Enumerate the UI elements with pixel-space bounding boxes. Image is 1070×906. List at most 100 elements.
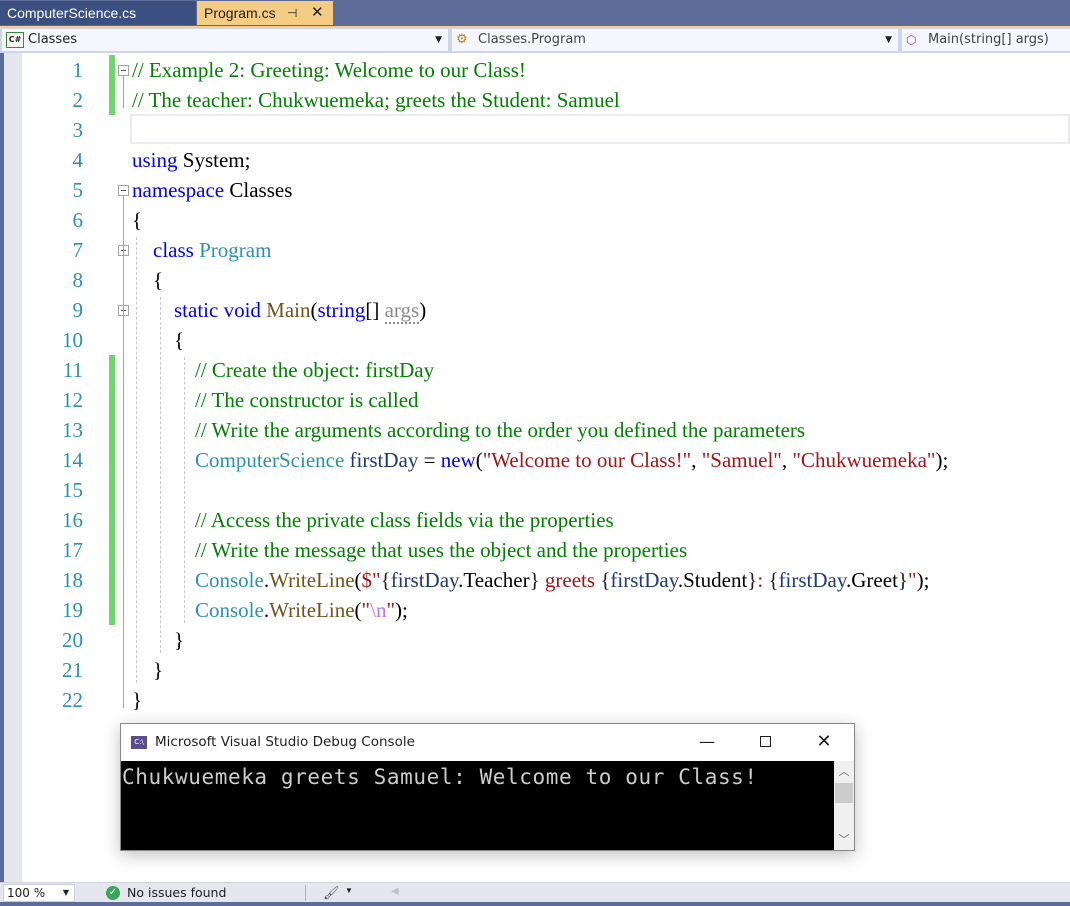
- code-token: firstDay: [349, 448, 419, 472]
- code-line[interactable]: static void Main(string[] args): [132, 295, 426, 325]
- code-token: string: [317, 298, 366, 322]
- tab-program-cs[interactable]: Program.cs ⊣ ✕: [197, 1, 333, 25]
- zoom-level: 100 %: [7, 886, 46, 900]
- project-dropdown[interactable]: C# Classes ▼: [2, 29, 448, 51]
- code-line[interactable]: Console.WriteLine($"{firstDay.Teacher} g…: [132, 565, 929, 595]
- code-line[interactable]: Console.WriteLine("\n");: [132, 595, 408, 625]
- line-number: 16: [62, 508, 83, 532]
- member-dropdown[interactable]: ⬡ Main(string[] args): [902, 29, 1070, 51]
- csharp-project-icon: C#: [6, 32, 24, 48]
- indent-guide: [136, 237, 137, 683]
- code-token: WriteLine: [269, 598, 355, 622]
- code-token: ,: [781, 448, 793, 472]
- indicator-margin: [4, 53, 22, 882]
- change-indicator: [109, 55, 115, 115]
- line-number: 20: [62, 628, 83, 652]
- maximize-button[interactable]: [745, 728, 785, 756]
- code-line[interactable]: {: [132, 205, 142, 235]
- code-line[interactable]: // Create the object: firstDay: [132, 355, 434, 385]
- project-dropdown-label: Classes: [28, 32, 77, 47]
- navigation-bar: C# Classes ▼ ⚙ Classes.Program ▼ ⬡ Main(…: [0, 26, 1070, 53]
- line-number: 1: [72, 58, 84, 82]
- code-token: // Write the arguments according to the …: [132, 418, 806, 442]
- line-number: 5: [72, 178, 84, 202]
- document-tab-bar: ComputerScience.cs Program.cs ⊣ ✕: [0, 0, 1070, 26]
- code-line[interactable]: using System;: [132, 145, 250, 175]
- line-number: 7: [72, 238, 84, 262]
- class-icon: ⚙: [456, 32, 468, 47]
- code-token: []: [365, 298, 385, 322]
- line-number: 10: [62, 328, 83, 352]
- code-line[interactable]: namespace Classes: [132, 175, 292, 205]
- scroll-up-icon[interactable]: ︿: [834, 763, 854, 778]
- change-indicator: [109, 355, 115, 625]
- editor-status-bar: 100 % ▼ ✓ No issues found 🖌 ▼ ◀: [0, 882, 1070, 902]
- code-token: =: [418, 448, 441, 472]
- code-token: );: [395, 598, 408, 622]
- collapse-region-icon[interactable]: [118, 65, 129, 76]
- window-frame-bottom: [0, 902, 1070, 906]
- minimize-button[interactable]: —: [687, 728, 727, 756]
- code-token: WriteLine: [269, 568, 355, 592]
- console-output-area[interactable]: Chukwuemeka greets Samuel: Welcome to ou…: [121, 761, 834, 850]
- code-token: namespace: [132, 178, 225, 202]
- code-token: // Write the message that uses the objec…: [132, 538, 688, 562]
- code-line[interactable]: class Program: [132, 235, 271, 265]
- code-line[interactable]: }: [132, 685, 142, 715]
- code-token: (: [354, 568, 362, 592]
- member-dropdown-label: Main(string[] args): [928, 32, 1049, 47]
- scroll-down-icon[interactable]: ﹀: [834, 831, 854, 846]
- line-number: 15: [62, 478, 83, 502]
- close-button[interactable]: ✕: [804, 728, 844, 756]
- scroll-left-icon[interactable]: ◀: [391, 886, 399, 897]
- code-token: ": [361, 598, 371, 622]
- code-token: Main: [266, 298, 311, 322]
- debug-console-window[interactable]: C:\ Microsoft Visual Studio Debug Consol…: [120, 723, 855, 851]
- collapse-region-icon[interactable]: [118, 185, 129, 196]
- close-icon[interactable]: ✕: [311, 1, 324, 25]
- code-token: class: [132, 238, 194, 262]
- console-title-bar[interactable]: C:\ Microsoft Visual Studio Debug Consol…: [121, 724, 854, 761]
- scrollbar-thumb[interactable]: [835, 783, 853, 803]
- code-token: .Teacher: [458, 568, 530, 592]
- code-token: greets: [539, 568, 601, 592]
- line-number: 22: [62, 688, 83, 712]
- code-token: );: [935, 448, 949, 472]
- code-token: firstDay: [390, 568, 459, 592]
- code-line[interactable]: {: [132, 325, 184, 355]
- type-dropdown[interactable]: ⚙ Classes.Program ▼: [452, 29, 898, 51]
- brush-icon[interactable]: 🖌: [323, 885, 340, 901]
- zoom-dropdown[interactable]: 100 % ▼: [3, 884, 75, 902]
- code-line[interactable]: // Write the arguments according to the …: [132, 415, 805, 445]
- code-token: new: [440, 448, 476, 472]
- tab-label: ComputerScience.cs: [7, 5, 137, 21]
- code-line[interactable]: // The teacher: Chukwuemeka; greets the …: [132, 85, 620, 115]
- code-token: Console: [195, 568, 264, 592]
- line-number: 18: [62, 568, 83, 592]
- issues-status[interactable]: No issues found: [127, 885, 226, 900]
- chevron-down-icon[interactable]: ▼: [345, 886, 353, 895]
- tab-computerscience-cs[interactable]: ComputerScience.cs: [0, 1, 196, 25]
- code-token: .Greet: [846, 568, 898, 592]
- code-line[interactable]: // Write the message that uses the objec…: [132, 535, 687, 565]
- code-token: "Welcome to our Class!": [482, 448, 692, 472]
- pin-icon[interactable]: ⊣: [287, 1, 297, 25]
- code-token: System;: [177, 148, 251, 172]
- line-number: 4: [72, 148, 84, 172]
- maximize-icon: [759, 736, 771, 747]
- code-line[interactable]: // Access the private class fields via t…: [132, 505, 614, 535]
- code-line[interactable]: ComputerScience firstDay = new("Welcome …: [132, 445, 948, 475]
- code-token: {: [768, 568, 779, 592]
- code-line[interactable]: // Example 2: Greeting: Welcome to our C…: [132, 55, 526, 85]
- code-line[interactable]: }: [132, 625, 184, 655]
- line-number: 9: [72, 298, 84, 322]
- code-line[interactable]: // The constructor is called: [132, 385, 419, 415]
- code-token: ,: [691, 448, 702, 472]
- chevron-down-icon: ▼: [62, 888, 69, 897]
- code-token: firstDay: [610, 568, 678, 592]
- console-scrollbar[interactable]: ︿ ﹀: [834, 761, 854, 850]
- current-line-highlight: [130, 114, 1070, 144]
- line-number: 14: [62, 448, 83, 472]
- line-number: 19: [62, 598, 83, 622]
